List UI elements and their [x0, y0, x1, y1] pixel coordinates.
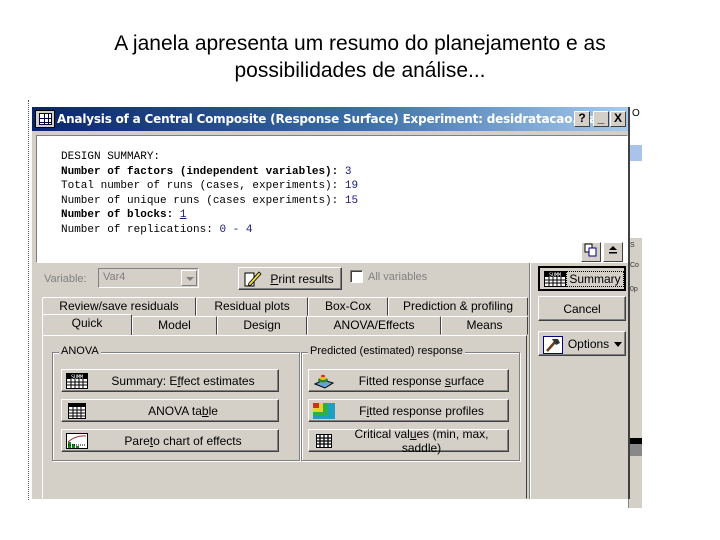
summary-heading: DESIGN SUMMARY: — [61, 151, 161, 163]
collapse-button[interactable] — [603, 242, 623, 262]
summary-value-blocks[interactable]: 1 — [180, 209, 187, 221]
minimize-button[interactable]: _ — [593, 111, 609, 127]
fitted-response-profiles-button[interactable]: Fitted response profiles — [308, 399, 509, 422]
title-bar[interactable]: Analysis of a Central Composite (Respons… — [32, 107, 628, 131]
button-label: Pare — [124, 433, 150, 448]
button-mnemonic: u — [409, 426, 417, 441]
tab-prediction-profiling[interactable]: Prediction & profiling — [388, 297, 528, 316]
collapse-up-icon — [609, 246, 617, 254]
background-fragment-text: O — [632, 108, 640, 119]
button-label: fect estimates — [180, 373, 255, 388]
chevron-down-icon[interactable] — [181, 270, 197, 286]
tab-model[interactable]: Model — [132, 316, 217, 335]
summary-value-factors: 3 — [344, 165, 352, 178]
anova-table-button[interactable]: ANOVA table — [61, 399, 279, 422]
summary-label: Summary — [566, 270, 624, 287]
summary-value-replications: 0 - 4 — [219, 223, 253, 236]
summary-label: Total number of runs (cases, experiments… — [61, 180, 345, 193]
tab-box-cox[interactable]: Box-Cox — [308, 297, 388, 316]
button-mnemonic: b — [201, 403, 209, 418]
background-fragment-highlight — [628, 145, 642, 161]
variable-label: Variable: — [44, 273, 87, 285]
copy-button[interactable] — [581, 242, 601, 262]
tab-anova-effects[interactable]: ANOVA/Effects — [307, 316, 441, 335]
hammer-options-icon — [543, 335, 565, 354]
summary-label: Number of unique runs (cases experiments… — [61, 194, 345, 207]
help-button[interactable]: ? — [574, 111, 590, 127]
summary-label: Number of replications: — [61, 223, 220, 236]
background-fragment-label: S — [630, 242, 635, 249]
cancel-button[interactable]: Cancel — [538, 296, 626, 321]
print-results-label: rint results — [278, 271, 334, 286]
summary-value-unique-runs: 15 — [344, 194, 359, 207]
predicted-response-group: Predicted (estimated) response Fitted re… — [301, 345, 520, 461]
pareto-chart-button[interactable]: Pareto chart of effects — [61, 429, 279, 452]
options-button[interactable]: Options — [538, 331, 626, 356]
slide-title-line-2: possibilidades de análise... — [234, 59, 486, 82]
button-label: tted response profiles — [369, 403, 484, 418]
background-fragment-bar — [628, 444, 642, 456]
all-variables-checkbox[interactable]: All variables — [350, 270, 427, 283]
cancel-label: Cancel — [563, 301, 601, 316]
variable-dropdown[interactable]: Var4 — [98, 268, 199, 288]
copy-icon — [584, 243, 597, 257]
print-pencil-icon — [243, 270, 263, 288]
anova-group-legend: ANOVA — [59, 345, 101, 357]
background-fragment-label: 0p — [630, 286, 638, 293]
button-label: Summary: E — [111, 373, 178, 388]
summary-button[interactable]: SUMM Summary — [538, 266, 626, 291]
tab-row-front: Quick Model Design ANOVA/Effects Means — [42, 314, 528, 336]
design-summary-text: DESIGN SUMMARY: Number of factors (indep… — [61, 150, 358, 238]
tab-means[interactable]: Means — [441, 316, 528, 335]
svg-text:SUMM: SUMM — [71, 374, 83, 380]
background-fragment-label: Co — [630, 262, 639, 269]
all-variables-label: All variables — [368, 270, 428, 283]
button-label: ANOVA ta — [148, 403, 202, 418]
summary-label: Number of factors (independent variables… — [61, 165, 345, 178]
critical-values-button[interactable]: Critical values (min, max, saddle) — [308, 426, 509, 455]
close-button[interactable]: X — [610, 111, 626, 127]
svg-text:SUMM: SUMM — [549, 272, 561, 278]
dropdown-caret-icon — [614, 341, 623, 347]
analysis-dialog: Analysis of a Central Composite (Respons… — [32, 107, 630, 499]
button-label: Critical val — [354, 426, 410, 441]
summary-value-runs: 19 — [344, 180, 359, 193]
anova-group: ANOVA SUMM Summary: Effect estimates ANO… — [52, 345, 300, 461]
background-window-fragment: O S Co 0p — [628, 108, 642, 508]
print-results-button[interactable]: Print results — [238, 267, 342, 290]
window-title: Analysis of a Central Composite (Respons… — [57, 112, 597, 126]
effect-estimates-button[interactable]: SUMM Summary: Effect estimates — [61, 369, 279, 392]
summary-label: Number of blocks: — [61, 209, 180, 222]
options-label: Options — [567, 336, 610, 351]
tab-residual-plots[interactable]: Residual plots — [196, 297, 308, 316]
tab-quick[interactable]: Quick — [42, 314, 132, 336]
design-summary-panel: DESIGN SUMMARY: Number of factors (indep… — [36, 135, 628, 263]
summary-table-icon: SUMM — [66, 372, 88, 389]
surface-plot-icon — [313, 373, 335, 389]
pareto-chart-icon — [66, 432, 88, 449]
fitted-response-surface-button[interactable]: Fitted response surface — [308, 369, 509, 392]
anova-table-icon — [66, 402, 88, 419]
checkbox-box[interactable] — [350, 270, 363, 283]
slide-title: A janela apresenta um resumo do planejam… — [0, 30, 720, 84]
button-label: urface — [450, 373, 485, 388]
contour-profile-icon — [313, 402, 335, 419]
variable-value: Var4 — [103, 271, 126, 283]
slide-title-line-1: A janela apresenta um resumo do planejam… — [114, 32, 606, 55]
spreadsheet-grid-icon[interactable] — [35, 110, 55, 128]
button-label: Fitted response — [358, 373, 445, 388]
summary-table-icon: SUMM — [544, 270, 566, 287]
background-fragment-panel: S Co 0p — [628, 238, 642, 508]
button-label: o chart of effects — [153, 433, 242, 448]
background-window-edge — [28, 100, 31, 500]
tab-design[interactable]: Design — [217, 316, 307, 335]
vertical-separator — [529, 263, 531, 499]
button-label: le — [208, 403, 218, 418]
critical-values-grid-icon — [313, 433, 335, 449]
predicted-group-legend: Predicted (estimated) response — [308, 345, 465, 357]
